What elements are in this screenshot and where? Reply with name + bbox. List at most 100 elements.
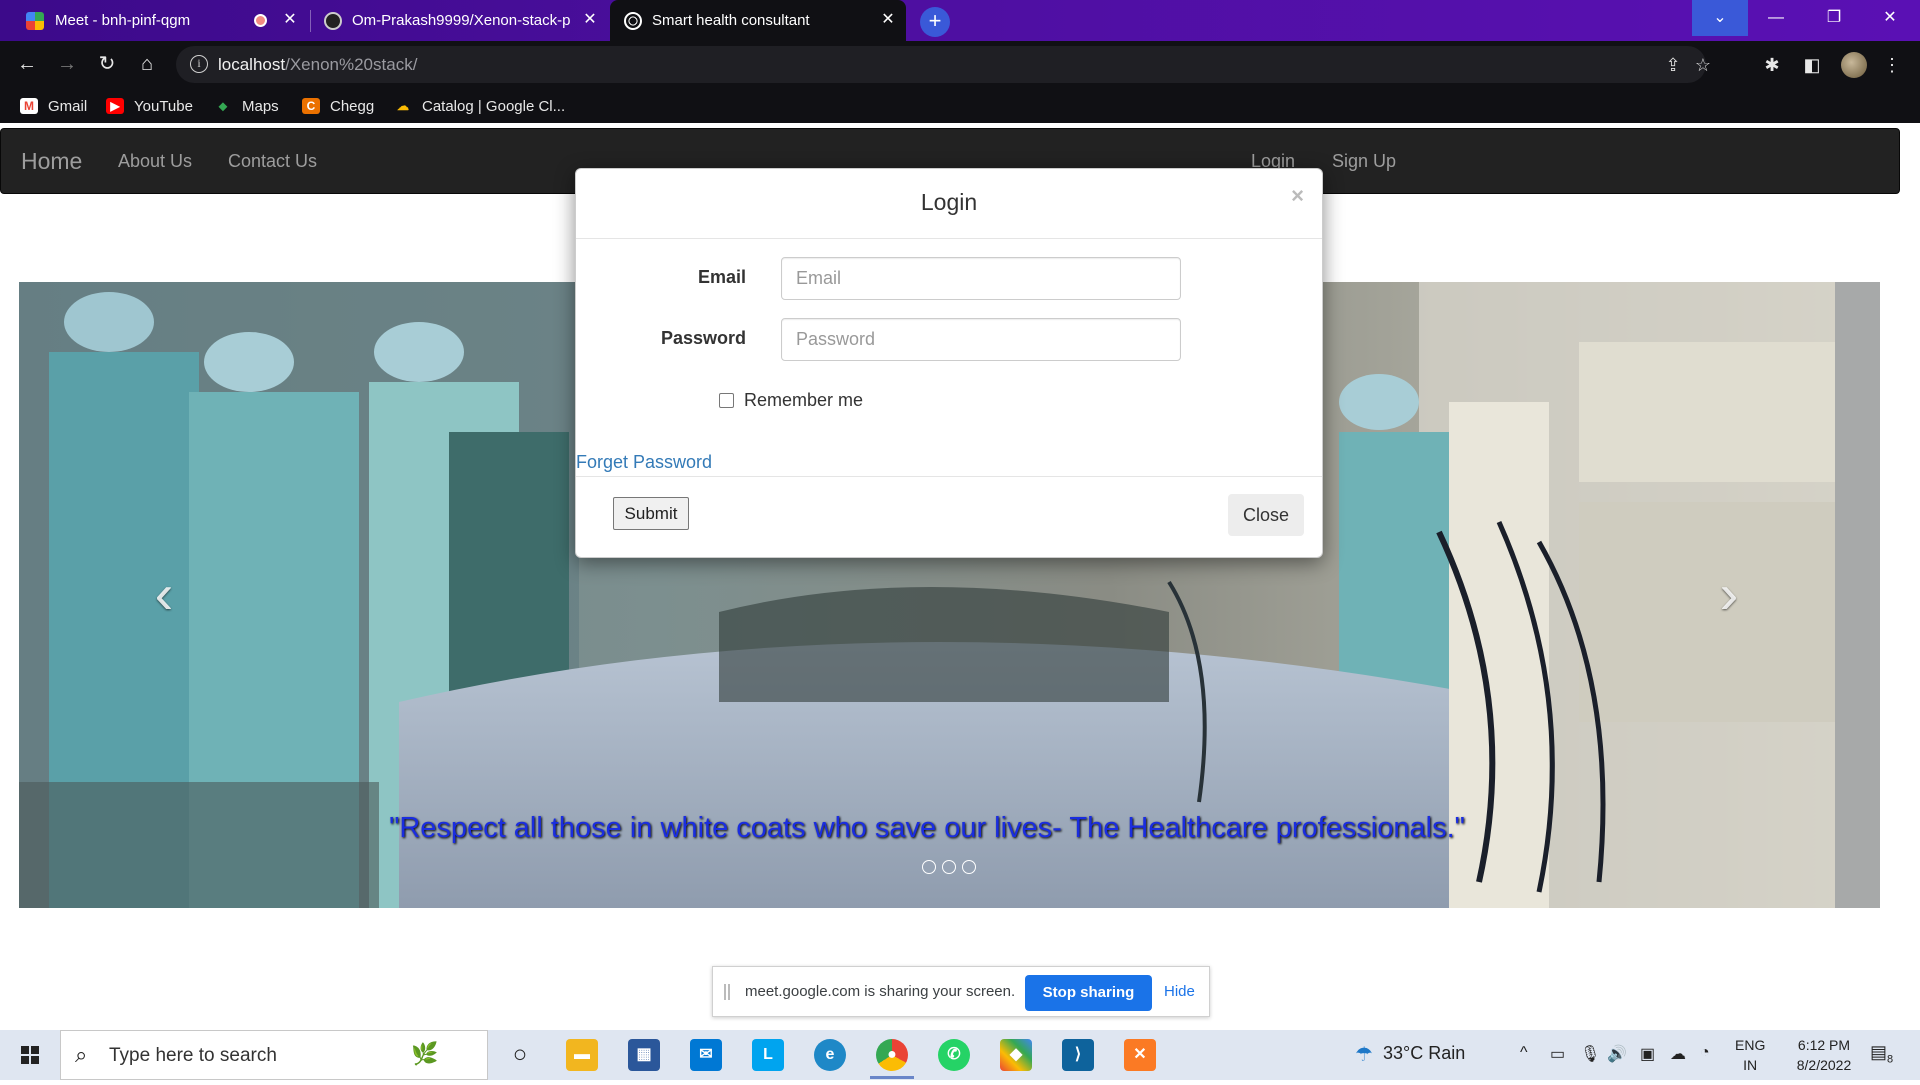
close-tab-icon[interactable]: ✕ (878, 10, 898, 30)
bookmark-label: Gmail (48, 97, 88, 115)
login-modal: Login × Email Password Remember me Forge… (575, 168, 1323, 558)
battery-icon[interactable]: ▭ (1550, 1044, 1565, 1064)
minimize-button[interactable]: — (1748, 0, 1804, 36)
bookmark-label: Maps (242, 97, 279, 115)
search-placeholder: Type here to search (109, 1045, 277, 1066)
nav-about-link[interactable]: About Us (118, 151, 192, 172)
forget-password-link[interactable]: Forget Password (576, 452, 712, 473)
restore-button[interactable]: ❐ (1806, 0, 1862, 36)
nav-home-link[interactable]: Home (21, 148, 82, 175)
reload-icon[interactable]: ↻ (92, 49, 122, 79)
remember-me[interactable]: Remember me (719, 390, 863, 411)
address-bar[interactable]: i localhost/Xenon%20stack/ ⇪ ☆ (176, 46, 1711, 83)
bookmark-youtube[interactable]: ▶ YouTube (106, 96, 193, 116)
nav-contact-link[interactable]: Contact Us (228, 151, 317, 172)
tab-meet[interactable]: Meet - bnh-pinf-qgm ✕ (0, 0, 308, 41)
language-code: ENG (1735, 1037, 1766, 1053)
chrome-icon[interactable]: ● (876, 1039, 908, 1071)
close-tab-icon[interactable]: ✕ (580, 10, 600, 30)
bookmark-gmail[interactable]: M Gmail (20, 96, 87, 116)
launcher-icon[interactable]: L (752, 1039, 784, 1071)
gmail-icon: M (20, 98, 38, 114)
weather-text[interactable]: 33°C Rain (1383, 1043, 1465, 1064)
email-input[interactable] (781, 257, 1181, 300)
tab-github[interactable]: Om-Prakash9999/Xenon-stack-p ✕ (312, 0, 608, 41)
submit-button[interactable]: Submit (613, 497, 689, 530)
tab-separator (310, 10, 311, 32)
start-button[interactable] (0, 1030, 60, 1080)
vscode-icon[interactable]: ⟩ (1062, 1039, 1094, 1071)
bookmark-label: YouTube (134, 97, 193, 115)
tab-title: Om-Prakash9999/Xenon-stack-p (352, 12, 571, 29)
new-tab-button[interactable]: + (920, 7, 950, 37)
modal-header: Login × (576, 169, 1322, 239)
extensions-icon[interactable]: ✱ (1760, 53, 1784, 77)
onedrive-icon[interactable]: ☁ (1670, 1044, 1686, 1064)
bookmark-maps[interactable]: ⬥ Maps (214, 96, 279, 116)
tab-search-button[interactable]: ⌄ (1692, 0, 1748, 36)
google-meet-icon (26, 12, 44, 30)
menu-icon[interactable]: ⋮ (1880, 53, 1904, 77)
close-button[interactable]: Close (1228, 494, 1304, 536)
hide-button[interactable]: Hide (1164, 983, 1195, 1000)
carousel-indicators (922, 860, 976, 874)
nav-signup-link[interactable]: Sign Up (1332, 151, 1396, 172)
microphone-icon[interactable]: 🎙 (1580, 1044, 1600, 1064)
carousel-indicator[interactable] (962, 860, 976, 874)
close-tab-icon[interactable]: ✕ (280, 10, 300, 30)
volume-icon[interactable]: 🔊 (1607, 1044, 1627, 1064)
mail-icon[interactable]: ✉ (690, 1039, 722, 1071)
region-code: IN (1743, 1057, 1758, 1073)
side-panel-icon[interactable]: ◧ (1800, 53, 1824, 77)
bookmarks-bar: M Gmail ▶ YouTube ⬥ Maps C Chegg ☁ Catal… (0, 89, 1920, 123)
notification-center-icon[interactable]: ▤8 (1870, 1042, 1893, 1066)
carousel-edge (1835, 282, 1880, 908)
carousel-indicator[interactable] (922, 860, 936, 874)
camera-icon[interactable]: ▣ (1640, 1044, 1655, 1064)
browser-tab-strip: Meet - bnh-pinf-qgm ✕ Om-Prakash9999/Xen… (0, 0, 1920, 41)
task-view-icon[interactable]: ○ (504, 1039, 536, 1071)
weather-rain-icon: ☂ (1355, 1044, 1373, 1066)
carousel-next-icon[interactable]: › (1709, 564, 1749, 624)
whatsapp-icon[interactable]: ✆ (938, 1039, 970, 1071)
edge-icon[interactable]: e (814, 1039, 846, 1071)
tab-smart-health[interactable]: Smart health consultant ✕ (610, 0, 906, 41)
forward-icon[interactable]: → (52, 49, 82, 79)
show-hidden-icons-icon[interactable]: ^ (1520, 1044, 1528, 1062)
carousel-indicator[interactable] (942, 860, 956, 874)
clock-time: 6:12 PM (1797, 1037, 1851, 1053)
store-icon[interactable]: ▦ (628, 1039, 660, 1071)
colorful-app-icon[interactable]: ◆ (1000, 1039, 1032, 1071)
back-icon[interactable]: ← (12, 49, 42, 79)
bookmark-chegg[interactable]: C Chegg (302, 96, 374, 116)
xampp-icon[interactable]: ✕ (1124, 1039, 1156, 1071)
notification-count: 8 (1887, 1053, 1894, 1066)
close-window-button[interactable]: ✕ (1862, 0, 1918, 36)
password-input[interactable] (781, 318, 1181, 361)
bookmark-label: Catalog | Google Cl... (422, 97, 566, 115)
share-message: meet.google.com is sharing your screen. (745, 983, 1016, 1000)
bookmark-star-icon[interactable]: ☆ (1692, 54, 1714, 76)
site-info-icon[interactable]: i (190, 55, 208, 73)
remember-me-checkbox[interactable] (719, 393, 734, 408)
carousel-prev-icon[interactable]: ‹ (144, 564, 184, 624)
profile-avatar[interactable] (1841, 52, 1867, 78)
wifi-icon[interactable]: ◔ (1700, 1044, 1710, 1062)
tab-title: Smart health consultant (652, 12, 810, 29)
carousel-caption: "Respect all those in white coats who sa… (389, 812, 1465, 844)
password-label: Password (660, 328, 746, 348)
share-icon[interactable]: ⇪ (1662, 54, 1684, 76)
bookmark-catalog[interactable]: ☁ Catalog | Google Cl... (394, 96, 565, 116)
home-icon[interactable]: ⌂ (132, 49, 162, 79)
modal-footer: Submit Close (576, 476, 1322, 558)
system-clock[interactable]: 6:12 PM 8/2/2022 (1780, 1035, 1868, 1075)
stop-sharing-button[interactable]: Stop sharing (1025, 975, 1152, 1011)
email-label: Email (697, 267, 746, 287)
github-icon (324, 12, 342, 30)
google-cloud-icon: ☁ (397, 99, 409, 113)
file-explorer-icon[interactable]: ▬ (566, 1039, 598, 1071)
taskbar-search[interactable]: ⌕ Type here to search 🌿 (60, 1030, 488, 1080)
modal-close-icon[interactable]: × (1291, 183, 1304, 209)
drag-handle-icon[interactable] (724, 984, 730, 1000)
language-indicator[interactable]: ENG IN (1735, 1035, 1765, 1075)
